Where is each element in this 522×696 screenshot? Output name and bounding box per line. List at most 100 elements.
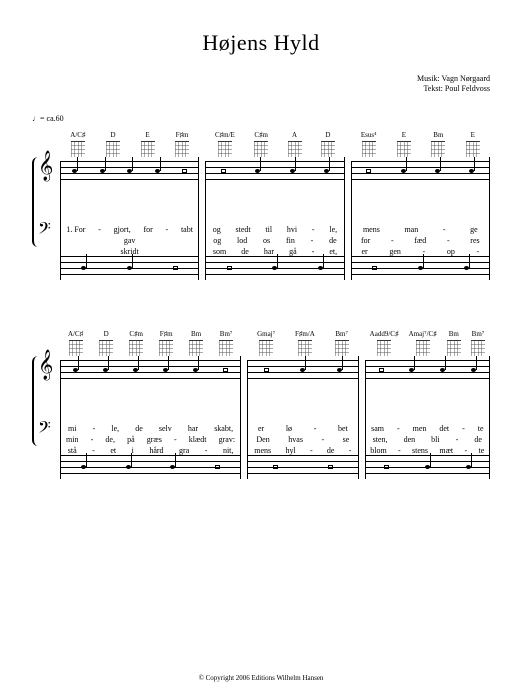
chord-row: A/C♯ D C♯m F♯m Bm Bm⁷ [60, 324, 241, 356]
syllable: et, [329, 247, 337, 256]
lyric-line-2: Den hvas - se [248, 435, 357, 444]
syllable: man [404, 225, 418, 234]
syllable: stedt [236, 225, 251, 234]
lyric-line-1: 1. For - gjort, for - tabt [61, 225, 198, 234]
bass-staff [206, 256, 343, 280]
note-icon [384, 465, 389, 469]
chord-diagram-icon [189, 340, 203, 356]
syllable: hvi [287, 225, 297, 234]
chord: C♯m/E [215, 131, 235, 157]
lyric-line-2: og lod os fin - de [206, 236, 343, 245]
brace-col: 𝄞 𝄢 [32, 125, 54, 280]
syllable: gra [179, 446, 189, 455]
syllable: - [464, 446, 467, 455]
syllable: for [361, 236, 370, 245]
syllable: op [447, 247, 455, 256]
syllable: - [397, 424, 400, 433]
syllable: gå [289, 247, 297, 256]
chord: Aadd9/C♯ [370, 330, 399, 356]
note-icon [471, 368, 476, 372]
chord-diagram-icon [218, 141, 232, 157]
chord-label: A/C♯ [68, 330, 83, 338]
chord: Bm [431, 131, 445, 157]
treble-staff [366, 360, 489, 384]
syllable: os [263, 236, 270, 245]
syllable: fæd [414, 236, 426, 245]
chord-label: Bm⁷ [220, 330, 233, 338]
bass-staff [366, 455, 489, 479]
syllable: den [404, 435, 416, 444]
note-icon [324, 169, 329, 173]
grand-staff: og stedt til hvi - le, og lod os fin - d… [205, 161, 344, 280]
chord: Bm⁷ [219, 330, 233, 356]
note-icon [440, 368, 445, 372]
lyric-line-2: sten, den bli - de [366, 435, 489, 444]
syllable: de [327, 446, 335, 455]
chord-diagram-icon [259, 340, 273, 356]
syllable: - [447, 236, 450, 245]
note-icon [318, 266, 323, 270]
note-icon [264, 368, 269, 372]
chord: E [397, 131, 411, 157]
syllable: det [439, 424, 449, 433]
chord-label: C♯m [254, 131, 268, 139]
chord-diagram-icon [129, 340, 143, 356]
treble-staff [206, 161, 343, 185]
lyric-line-3: som de har gå - et, [206, 247, 343, 256]
syllable: - [312, 225, 315, 234]
note-icon [469, 169, 474, 173]
bass-staff [352, 256, 489, 280]
chord: Bm [189, 330, 203, 356]
syllable: - [443, 225, 446, 234]
chord: Esus⁴ [361, 131, 377, 157]
chord-diagram-icon [71, 141, 85, 157]
note-icon [464, 266, 469, 270]
chord-label: E [145, 131, 149, 139]
syllable: som [213, 247, 226, 256]
chord-label: Bm [449, 330, 459, 338]
lyric-line-1: mens man - ge [352, 225, 489, 234]
syllable: - [476, 247, 479, 256]
lyric-line-3: mens hyl - de - [248, 446, 357, 455]
chord-diagram-icon [377, 340, 391, 356]
chord-diagram-icon [141, 141, 155, 157]
syllable: fin [286, 236, 295, 245]
bass-clef-icon: 𝄢 [38, 221, 51, 241]
chord-label: Bm⁷ [472, 330, 485, 338]
lyric-line-3: stå - et i hård gra - nit, [61, 446, 240, 455]
treble-staff [352, 161, 489, 185]
bass-staff [61, 256, 198, 280]
syllable: nit, [223, 446, 233, 455]
grand-staff: 1. For - gjort, for - tabt gav skridt [60, 161, 199, 280]
chord-label: Esus⁴ [361, 131, 377, 139]
syllable: har [264, 247, 274, 256]
chord-diagram-icon [69, 340, 83, 356]
note-icon [223, 368, 228, 372]
note-icon [418, 266, 423, 270]
chord-diagram-icon [106, 141, 120, 157]
syllable: se [343, 435, 350, 444]
chord-row: A/C♯ D E F♯m [60, 125, 199, 157]
note-icon [300, 368, 305, 372]
chord: D [321, 131, 335, 157]
chord-label: Amaj⁷/C♯ [409, 330, 437, 338]
chord-diagram-icon [219, 340, 233, 356]
chord-label: F♯m [176, 131, 189, 139]
syllable: te [478, 446, 484, 455]
syllable: på [127, 435, 135, 444]
syllable: - [174, 435, 177, 444]
chord-label: F♯m [160, 330, 173, 338]
syllable: et [110, 446, 116, 455]
chord: F♯m [175, 131, 189, 157]
syllable: min [66, 435, 78, 444]
chord-diagram-icon [466, 141, 480, 157]
syllable: - [391, 236, 394, 245]
syllable: - [311, 236, 314, 245]
syllable: de, [105, 435, 115, 444]
syllable: mens [363, 225, 380, 234]
syllable: le, [329, 225, 337, 234]
lyric-line-1: er lø - bet [248, 424, 357, 433]
syllable: men [413, 424, 427, 433]
piece-title: Højens Hyld [32, 30, 490, 56]
chord: Bm [447, 330, 461, 356]
